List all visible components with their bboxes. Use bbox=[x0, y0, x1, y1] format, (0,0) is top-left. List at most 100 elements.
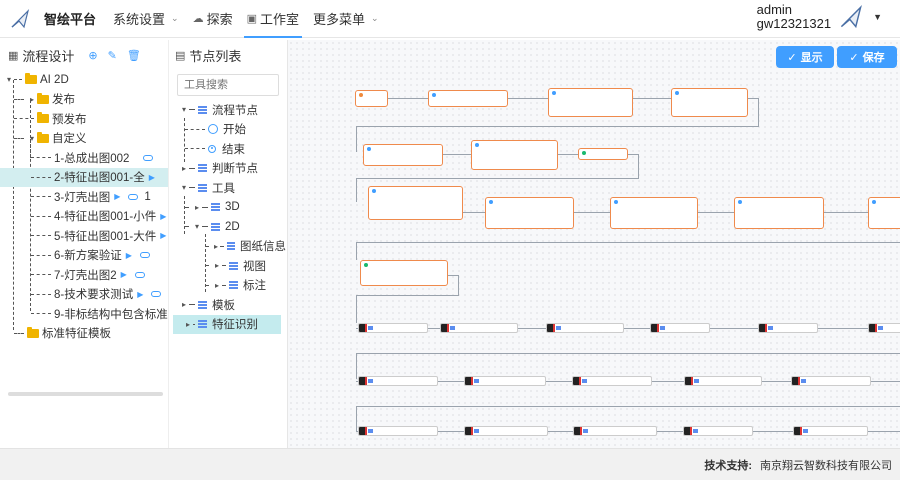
caret-right-icon[interactable]: ▸ bbox=[27, 95, 37, 104]
flow-node[interactable] bbox=[734, 197, 824, 229]
nav-system-settings[interactable]: 系统设置 ⌄ bbox=[106, 0, 186, 38]
eye-icon[interactable] bbox=[134, 271, 145, 278]
feature-node[interactable] bbox=[573, 426, 657, 436]
flag-icon[interactable]: ▶ bbox=[160, 231, 166, 240]
feature-node[interactable] bbox=[358, 323, 428, 333]
feature-node[interactable] bbox=[358, 426, 438, 436]
feature-node[interactable] bbox=[464, 376, 546, 386]
flag-icon[interactable]: ▶ bbox=[137, 290, 143, 299]
feature-node[interactable] bbox=[758, 323, 818, 333]
tree-item-prepublish[interactable]: 预发布 bbox=[0, 109, 168, 129]
caret-down-icon[interactable]: ▾ bbox=[192, 222, 202, 231]
flag-icon[interactable]: ▶ bbox=[126, 251, 132, 260]
flow-node[interactable] bbox=[868, 197, 900, 229]
user-menu[interactable]: admin gw12321321 ▼ bbox=[757, 3, 882, 31]
feature-node[interactable] bbox=[464, 426, 548, 436]
tree-item-flow-2[interactable]: 2-特征出图001-全 ▶ bbox=[0, 167, 168, 187]
edit-icon[interactable]: ✎ bbox=[108, 49, 117, 62]
eye-icon[interactable] bbox=[128, 193, 139, 200]
horizontal-scrollbar[interactable] bbox=[8, 392, 163, 396]
feature-node[interactable] bbox=[546, 323, 624, 333]
feature-node[interactable] bbox=[791, 376, 871, 386]
node-group-template[interactable]: ▸ 模板 bbox=[169, 295, 286, 315]
eye-icon[interactable] bbox=[151, 291, 162, 298]
caret-down-icon[interactable]: ▼ bbox=[873, 12, 882, 22]
nav-studio[interactable]: ▣ 工作室 bbox=[240, 0, 306, 38]
node-group-decision[interactable]: ▸ 判断节点 bbox=[169, 159, 286, 179]
flag-icon[interactable]: ▶ bbox=[114, 192, 120, 201]
add-icon[interactable]: ⊕ bbox=[88, 49, 97, 62]
node-group-annotation[interactable]: ▸ 标注 bbox=[169, 276, 286, 296]
node-icon bbox=[878, 326, 883, 330]
node-item-start[interactable]: 开始 bbox=[169, 120, 286, 140]
node-icon bbox=[489, 200, 493, 204]
feature-node[interactable] bbox=[358, 376, 438, 386]
connector-line bbox=[638, 154, 639, 178]
tree-item-flow-8[interactable]: 8-技术要求测试 ▶ bbox=[0, 285, 168, 305]
flow-node[interactable] bbox=[548, 88, 633, 117]
flow-canvas[interactable]: ✓ 显示 ✓ 保存 bbox=[287, 40, 900, 448]
node-group-drawing-info[interactable]: ▸ 图纸信息 bbox=[169, 237, 286, 257]
flow-node[interactable] bbox=[363, 144, 443, 166]
node-item-label: 2D bbox=[225, 220, 240, 233]
caret-down-icon[interactable]: ▾ bbox=[27, 134, 37, 143]
caret-right-icon[interactable]: ▸ bbox=[212, 242, 221, 251]
tree-item-flow-1[interactable]: 1-总成出图002 bbox=[0, 148, 168, 168]
caret-right-icon[interactable]: ▸ bbox=[179, 164, 189, 173]
eye-icon[interactable] bbox=[139, 252, 150, 259]
tree-item-custom[interactable]: ▾ 自定义 bbox=[0, 129, 168, 149]
nav-more-menu[interactable]: 更多菜单 ⌄ bbox=[306, 0, 386, 38]
flag-icon[interactable]: ▶ bbox=[121, 270, 127, 279]
caret-right-icon[interactable]: ▸ bbox=[212, 261, 222, 270]
node-group-3d[interactable]: ▸ 3D bbox=[169, 198, 286, 218]
tool-search-input[interactable] bbox=[177, 74, 279, 96]
flag-icon[interactable]: ▶ bbox=[149, 173, 155, 182]
flow-node[interactable] bbox=[360, 260, 448, 286]
node-group-tools[interactable]: ▾ 工具 bbox=[169, 178, 286, 198]
feature-node[interactable] bbox=[868, 323, 900, 333]
flow-node[interactable] bbox=[428, 90, 508, 107]
flow-node[interactable] bbox=[671, 88, 748, 117]
feature-node[interactable] bbox=[684, 376, 762, 386]
caret-down-icon[interactable]: ▾ bbox=[179, 105, 189, 114]
feature-node[interactable] bbox=[683, 426, 753, 436]
flag-icon[interactable]: ▶ bbox=[160, 212, 166, 221]
flow-node[interactable] bbox=[471, 140, 558, 170]
feature-node[interactable] bbox=[650, 323, 710, 333]
node-group-flow[interactable]: ▾ 流程节点 bbox=[169, 100, 286, 120]
tree-item-flow-4[interactable]: 4-特征出图001-小件 ▶ bbox=[0, 207, 168, 227]
node-header bbox=[614, 200, 694, 204]
caret-right-icon[interactable]: ▸ bbox=[192, 203, 202, 212]
tree-item-standard-template[interactable]: 标准特征模板 bbox=[0, 324, 168, 344]
caret-right-icon[interactable]: ▸ bbox=[179, 300, 189, 309]
save-button[interactable]: ✓ 保存 bbox=[837, 46, 897, 68]
flow-node[interactable] bbox=[578, 148, 628, 160]
node-item-end[interactable]: 结束 bbox=[169, 139, 286, 159]
caret-down-icon[interactable]: ▾ bbox=[179, 183, 189, 192]
node-group-view[interactable]: ▸ 视图 bbox=[169, 256, 286, 276]
feature-node[interactable] bbox=[440, 323, 518, 333]
avatar[interactable] bbox=[839, 5, 863, 29]
tree-item-flow-5[interactable]: 5-特征出图001-大件 ▶ bbox=[0, 226, 168, 246]
caret-right-icon[interactable]: ▸ bbox=[183, 320, 193, 329]
tree-item-flow-3[interactable]: 3-灯壳出图 ▶ 1 bbox=[0, 187, 168, 207]
feature-node[interactable] bbox=[572, 376, 652, 386]
tree-item-flow-9[interactable]: 9-非标结构中包含标准 bbox=[0, 304, 168, 324]
flow-node[interactable] bbox=[368, 186, 463, 220]
flow-node[interactable] bbox=[485, 197, 574, 229]
eye-icon[interactable] bbox=[143, 154, 154, 161]
tree-item-publish[interactable]: ▸ 发布 bbox=[0, 90, 168, 110]
nav-explore[interactable]: ☁ 探索 bbox=[186, 0, 240, 38]
caret-right-icon[interactable]: ▸ bbox=[212, 281, 222, 290]
caret-down-icon[interactable]: ▾ bbox=[4, 75, 14, 84]
tree-item-flow-6[interactable]: 6-新方案验证 ▶ bbox=[0, 246, 168, 266]
flow-node[interactable] bbox=[355, 90, 388, 107]
flow-node[interactable] bbox=[610, 197, 698, 229]
show-button[interactable]: ✓ 显示 bbox=[776, 46, 834, 68]
delete-icon[interactable]: 🗑 bbox=[127, 49, 141, 62]
tree-item-ai2d[interactable]: ▾ AI 2D bbox=[0, 70, 168, 90]
feature-node[interactable] bbox=[793, 426, 868, 436]
tree-item-flow-7[interactable]: 7-灯壳出图2 ▶ bbox=[0, 265, 168, 285]
node-group-2d[interactable]: ▾ 2D bbox=[169, 217, 286, 237]
node-group-feature-recognition[interactable]: ▸ 特征识别 bbox=[173, 314, 281, 334]
